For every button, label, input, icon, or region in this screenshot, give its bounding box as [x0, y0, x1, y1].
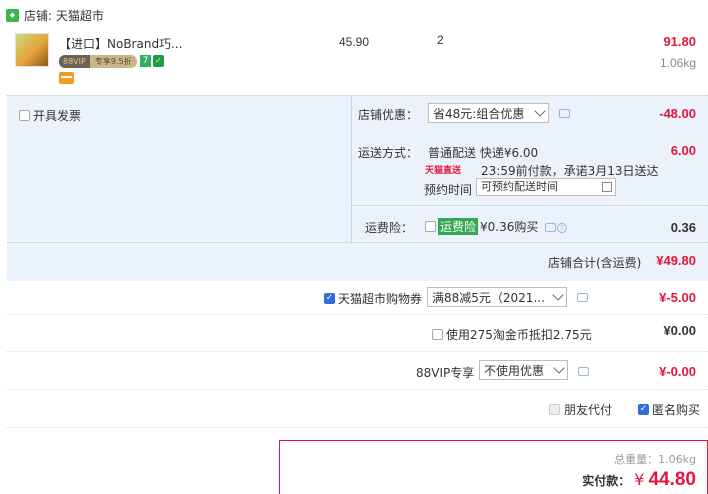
quantity: 2 — [437, 33, 444, 47]
tmall-shop-icon: ◆ — [6, 8, 19, 22]
product-thumbnail[interactable] — [15, 33, 49, 67]
calendar-icon — [602, 182, 612, 192]
row-separator — [7, 389, 708, 390]
shop-label: 店铺: 天猫超市 — [24, 8, 104, 23]
vip88-select-value: 不使用优惠 — [484, 363, 545, 378]
invoice-label: 开具发票 — [33, 109, 82, 123]
chevron-down-icon — [552, 289, 564, 301]
shipping-label: 运送方式： — [358, 146, 419, 160]
panel-divider — [351, 95, 352, 242]
guarantee-shield-icon: ✓ — [153, 55, 164, 67]
coupon-label: 天猫超市购物券 — [338, 292, 423, 306]
currency-symbol: ¥ — [634, 470, 645, 489]
shipping-amount: 6.00 — [670, 143, 696, 158]
vip-tag: 88VIP — [59, 55, 90, 68]
friend-pay-option[interactable]: 朋友代付 — [549, 401, 612, 418]
anonymous-option[interactable]: ✓ 匿名购买 — [638, 401, 700, 418]
shop-discount-select[interactable]: 省48元:组合优惠 — [428, 103, 549, 123]
help-icons[interactable]: ? — [545, 223, 567, 233]
shop-discount-label: 店铺优惠： — [358, 108, 419, 122]
shop-discount-select-value: 省48元:组合优惠 — [433, 106, 525, 121]
friend-pay-label: 朋友代付 — [564, 403, 613, 417]
invoice-option[interactable]: 开具发票 — [19, 107, 81, 124]
insurance-label: 运费险： — [365, 221, 414, 235]
insurance-text: ¥0.36购买 — [480, 220, 539, 234]
row-separator — [7, 314, 708, 315]
message-icon[interactable] — [559, 109, 570, 118]
shipping-value: 普通配送 快递¥6.00 — [428, 146, 539, 160]
row-separator — [7, 351, 708, 352]
total-weight: 总重量：1.06kg — [614, 453, 696, 466]
coins-label: 使用275淘金币抵扣2.75元 — [446, 328, 592, 342]
panel-divider — [351, 205, 708, 206]
schedule-label: 预约时间 — [424, 183, 473, 197]
vip88-select[interactable]: 不使用优惠 — [479, 360, 568, 380]
shop-total-label: 店铺合计(含运费) — [548, 256, 642, 270]
coins-option[interactable]: 使用275淘金币抵扣2.75元 — [432, 326, 592, 343]
vip-discount-badge: 88VIP 专享9.5折 — [59, 55, 137, 68]
chevron-down-icon — [553, 362, 565, 374]
coupon-select-value: 满88减5元（2021... — [432, 290, 545, 305]
schedule-time-placeholder: 可预约配送时间 — [481, 180, 558, 193]
chevron-down-icon — [534, 105, 546, 117]
pay-amount: 44.80 — [648, 469, 696, 490]
vip-text: 专享9.5折 — [89, 55, 137, 68]
unit-price: 45.90 — [339, 35, 370, 49]
coins-amount: ¥0.00 — [663, 323, 696, 338]
row-separator — [7, 427, 708, 428]
vip88-label: 88VIP专享 — [416, 366, 475, 380]
invoice-checkbox[interactable] — [19, 110, 30, 121]
credit-card-icon — [59, 72, 74, 84]
coupon-checkbox[interactable]: ✓ — [324, 293, 335, 304]
insurance-checkbox[interactable] — [425, 221, 436, 232]
insurance-option[interactable]: 运费险 ¥0.36购买 — [425, 218, 538, 235]
message-icon[interactable] — [545, 223, 556, 232]
shop-total-amount: ¥49.80 — [656, 253, 696, 268]
item-weight: 1.06kg — [659, 56, 696, 70]
item-subtotal: 91.80 — [663, 34, 696, 49]
insurance-badge: 运费险 — [438, 218, 479, 235]
message-icon[interactable] — [578, 367, 589, 376]
pay-label: 实付款： — [582, 474, 631, 488]
schedule-time-input[interactable]: 可预约配送时间 — [476, 178, 616, 196]
coins-checkbox[interactable] — [432, 329, 443, 340]
anonymous-label: 匿名购买 — [652, 403, 701, 417]
insurance-amount: 0.36 — [670, 220, 696, 235]
pay-total: 实付款： ¥ 44.80 — [582, 469, 696, 491]
product-title-link[interactable]: 【进口】NoBrand巧... — [59, 35, 183, 52]
delivery-promise: 23:59前付款，承诺3月13日送达 — [481, 164, 659, 178]
coupon-select[interactable]: 满88减5元（2021... — [427, 287, 567, 307]
coupon-option[interactable]: ✓ 天猫超市购物券 — [324, 290, 422, 307]
panel-divider — [7, 242, 708, 243]
friend-pay-checkbox[interactable] — [549, 404, 560, 415]
help-icon[interactable]: ? — [557, 223, 567, 233]
tmall-direct-logo: 天猫直送 — [425, 166, 462, 176]
shop-header: ◆ 店铺: 天猫超市 — [6, 6, 104, 24]
anonymous-checkbox[interactable]: ✓ — [638, 404, 649, 415]
coupon-amount: ¥-5.00 — [659, 290, 696, 305]
message-icon[interactable] — [577, 293, 588, 302]
shop-discount-amount: -48.00 — [659, 106, 696, 121]
vip88-amount: ¥-0.00 — [659, 364, 696, 379]
seven-day-return-icon: 7 — [140, 55, 151, 67]
